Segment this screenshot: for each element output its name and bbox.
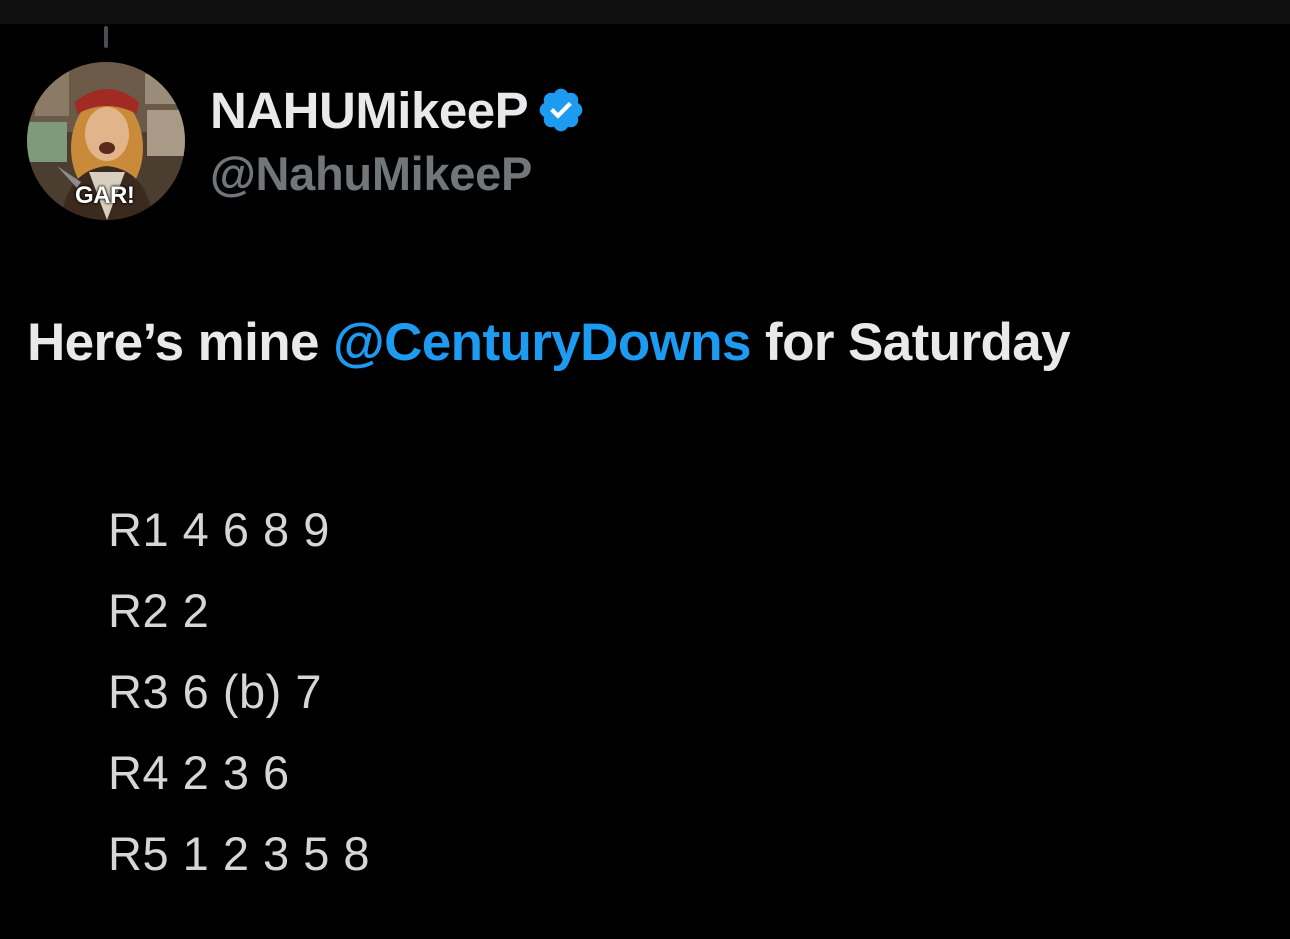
author-name-row[interactable]: NAHUMikeeP: [210, 80, 586, 140]
pick-line: R2 2: [108, 584, 210, 637]
pick-line: R5 1 2 3 5 8: [108, 827, 371, 880]
pick-line: R4 2 3 6: [108, 746, 290, 799]
top-strip: [0, 0, 1290, 24]
author-display-name[interactable]: NAHUMikeeP: [210, 81, 529, 140]
mention-link[interactable]: @CenturyDowns: [333, 313, 751, 372]
tweet-text-after: for Saturday: [750, 313, 1071, 372]
thread-connector-line: [104, 26, 108, 48]
author-handle[interactable]: @NahuMikeeP: [210, 146, 532, 201]
avatar-badge-text: GAR!: [75, 182, 135, 209]
tweet-text: Here’s mine @CenturyDowns for Saturday: [27, 312, 1071, 373]
pick-line: R1 4 6 8 9: [108, 503, 330, 556]
verified-badge-icon: [539, 88, 583, 132]
tweet-text-before: Here’s mine: [27, 313, 334, 372]
pick-line: R3 6 (b) 7: [108, 665, 322, 718]
picks-list: R1 4 6 8 9 R2 2 R3 6 (b) 7 R4 2 3 6 R5 1…: [108, 500, 370, 905]
